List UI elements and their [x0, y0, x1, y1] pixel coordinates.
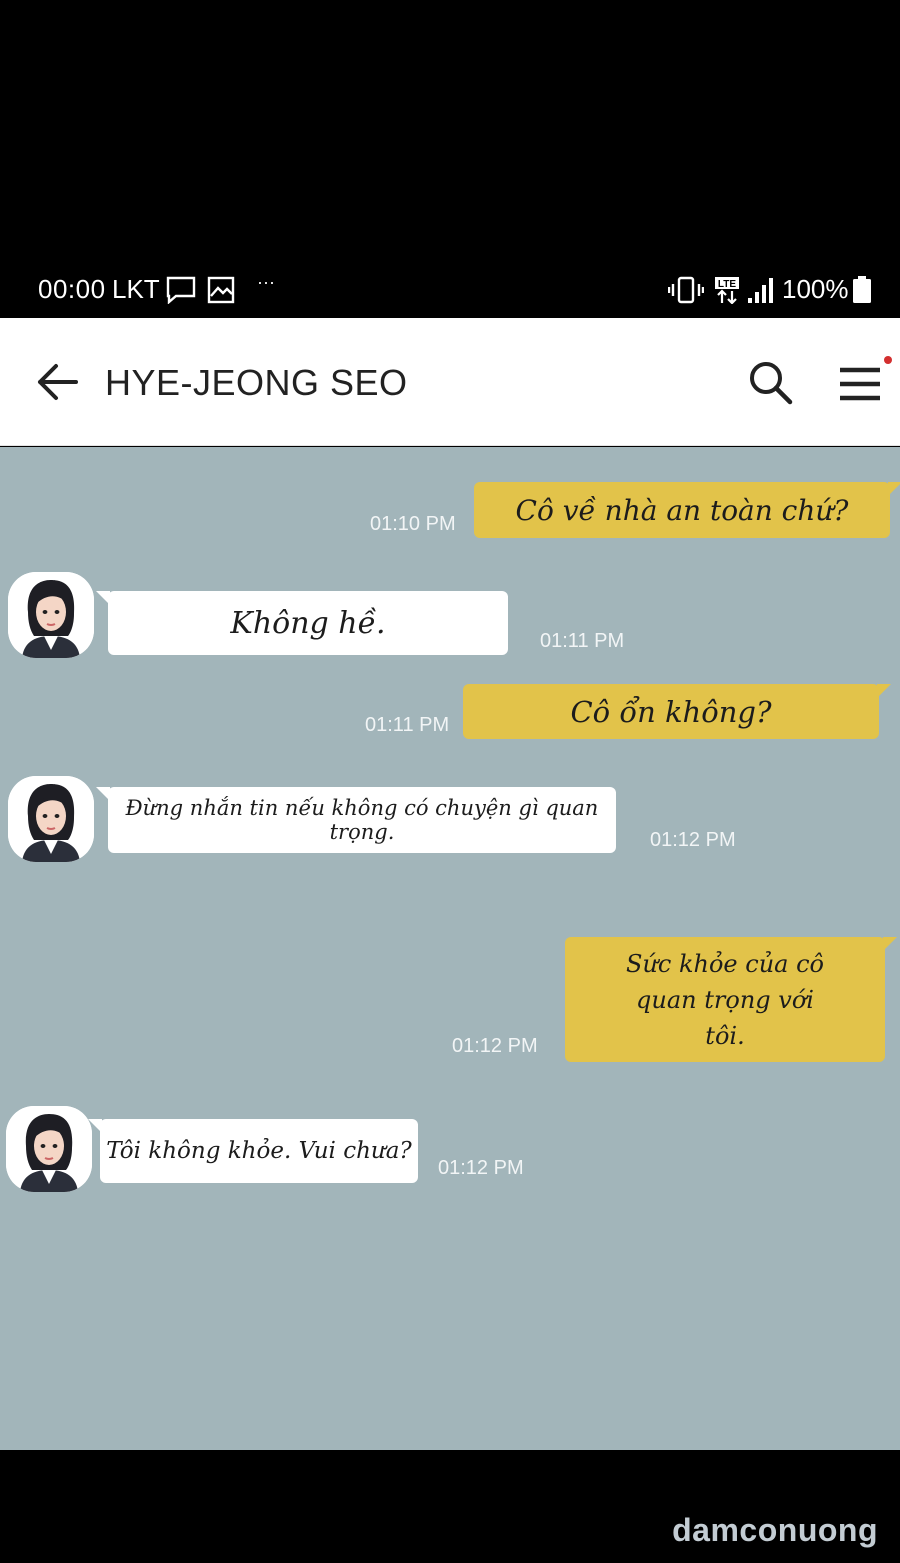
message-time: 01:10 PM	[370, 513, 456, 535]
message-text: Cô về nhà an toàn chứ?	[515, 493, 849, 527]
contact-avatar-icon	[8, 572, 94, 658]
incoming-message[interactable]: Không hề.	[96, 591, 508, 655]
message-text: Tôi không khỏe. Vui chưa?	[106, 1138, 412, 1164]
top-letterbox	[0, 0, 900, 262]
outgoing-message[interactable]: Sức khỏe của cô quan trọng với tôi.	[565, 937, 897, 1062]
avatar[interactable]	[8, 776, 94, 862]
search-icon[interactable]	[746, 358, 794, 406]
incoming-message[interactable]: Tôi không khỏe. Vui chưa?	[88, 1119, 418, 1183]
svg-text:LTE: LTE	[718, 279, 736, 290]
status-bar: 00:00 LKT ··· LTE 100%	[0, 262, 900, 318]
avatar[interactable]	[8, 572, 94, 658]
more-notifications-icon: ···	[257, 272, 275, 292]
outgoing-message[interactable]: Cô ổn không?	[463, 684, 891, 739]
contact-avatar-icon	[8, 776, 94, 862]
message-time: 01:12 PM	[452, 1035, 538, 1057]
outgoing-message[interactable]: Cô về nhà an toàn chứ?	[474, 482, 900, 538]
message-icon	[166, 276, 196, 309]
status-time: 00:00	[38, 274, 106, 304]
message-text: Đừng nhắn tin nếu không có chuyện gì qua…	[125, 796, 599, 844]
message-time: 01:11 PM	[365, 714, 450, 736]
notification-dot	[884, 356, 892, 364]
message-time: 01:12 PM	[438, 1157, 524, 1179]
contact-avatar-icon	[6, 1106, 92, 1192]
chat-title: HYE-JEONG SEO	[105, 362, 408, 403]
avatar[interactable]	[6, 1106, 92, 1192]
battery-percent: 100%	[782, 274, 849, 304]
status-carrier: LKT	[112, 274, 160, 304]
message-text: Sức khỏe của cô quan trọng với tôi.	[626, 949, 824, 1050]
vibrate-icon	[667, 276, 705, 309]
watermark: damconuong	[672, 1512, 878, 1548]
image-icon	[207, 276, 235, 309]
message-text: Không hề.	[230, 605, 386, 641]
lte-icon: LTE	[713, 276, 741, 309]
battery-icon	[852, 276, 872, 309]
menu-icon[interactable]	[838, 364, 882, 404]
chat-header: HYE-JEONG SEO	[0, 318, 900, 446]
message-time: 01:12 PM	[650, 829, 736, 851]
signal-icon	[746, 276, 776, 309]
back-arrow-icon[interactable]	[34, 362, 80, 402]
message-time: 01:11 PM	[540, 630, 625, 652]
incoming-message[interactable]: Đừng nhắn tin nếu không có chuyện gì qua…	[96, 787, 616, 853]
message-text: Cô ổn không?	[570, 694, 772, 729]
